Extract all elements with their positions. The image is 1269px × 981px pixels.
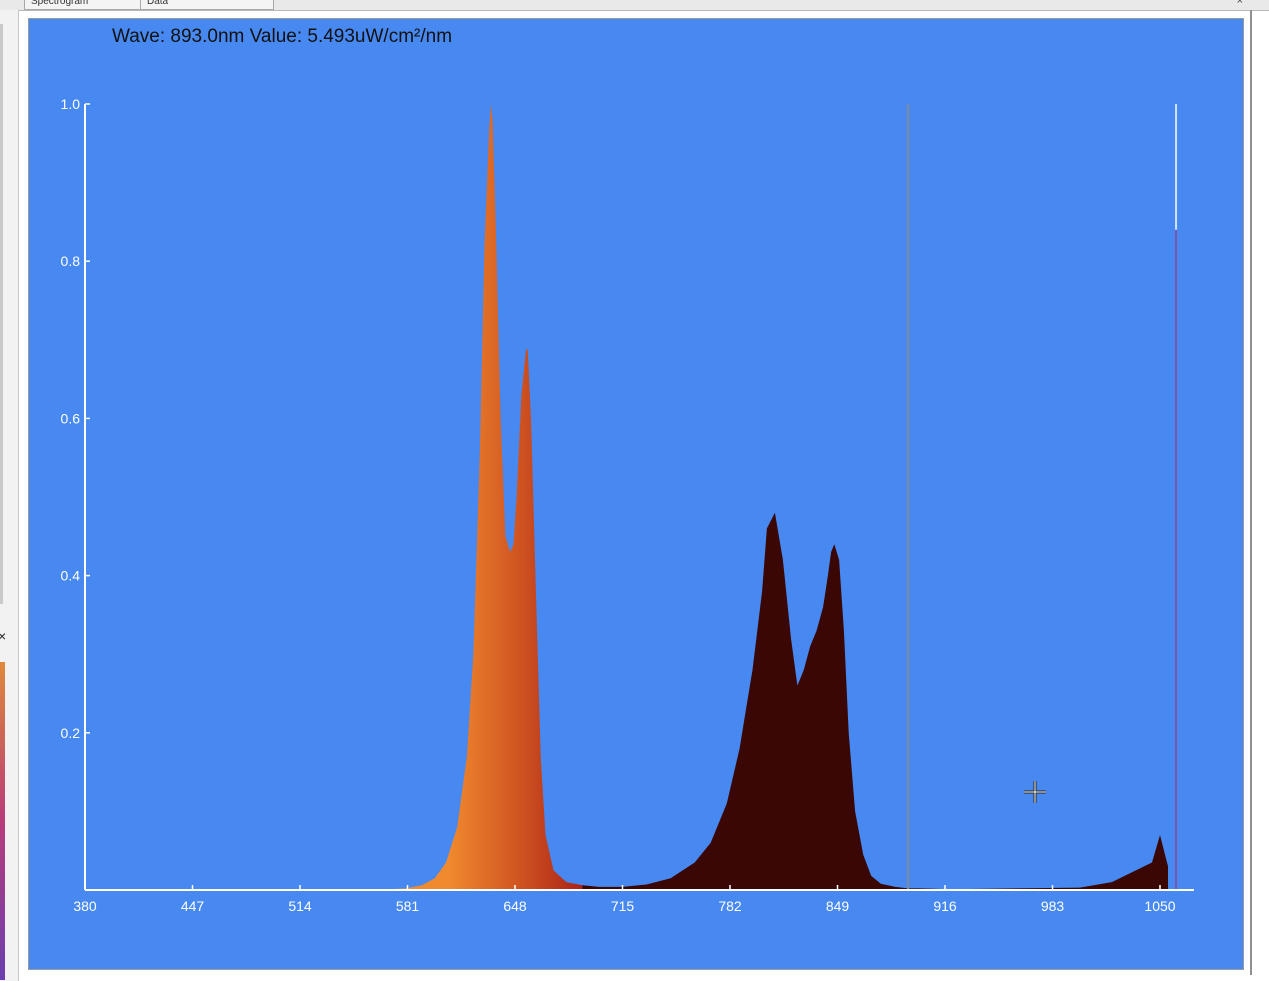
left-panel-scrollbar[interactable] <box>0 24 3 604</box>
color-scale-strip <box>0 662 5 980</box>
crosshair-cursor-icon <box>1024 781 1046 803</box>
x-tick-label: 581 <box>396 898 420 914</box>
x-tick-label: 916 <box>933 898 957 914</box>
spectrum-series-layer <box>85 104 1169 890</box>
x-tick-label: 380 <box>73 898 97 914</box>
chart-axes <box>84 104 1194 891</box>
x-tick-label: 983 <box>1041 898 1065 914</box>
x-tick-label: 447 <box>181 898 205 914</box>
left-side-panel: × <box>0 10 19 981</box>
y-tick-label: 0.8 <box>61 253 81 269</box>
window-right-border <box>1250 10 1252 975</box>
spectrum-chart[interactable]: 380 447 514 581 648 715 782 849 916 983 1050 0.2 0.… <box>28 18 1244 970</box>
visible-spectrum-area <box>85 104 599 890</box>
near-infrared-spectrum-area <box>582 512 1169 890</box>
x-tick-label: 1050 <box>1144 898 1175 914</box>
tab-data[interactable]: Data <box>140 0 274 10</box>
x-tick-label: 849 <box>826 898 850 914</box>
y-tick-label: 0.2 <box>61 725 81 741</box>
y-tick-label: 1.0 <box>61 96 81 112</box>
tab-spectrogram[interactable]: Spectrogram <box>24 0 142 10</box>
left-panel-close-icon[interactable]: × <box>0 628 6 644</box>
close-icon[interactable]: × <box>1237 0 1243 7</box>
x-tick-label: 782 <box>718 898 742 914</box>
window-tab-bar: Spectrogram Data × <box>0 0 1269 11</box>
x-tick-label: 648 <box>503 898 527 914</box>
x-tick-label: 514 <box>288 898 312 914</box>
x-tick-label: 715 <box>611 898 635 914</box>
y-tick-label: 0.6 <box>61 410 81 426</box>
y-tick-label: 0.4 <box>61 568 81 584</box>
